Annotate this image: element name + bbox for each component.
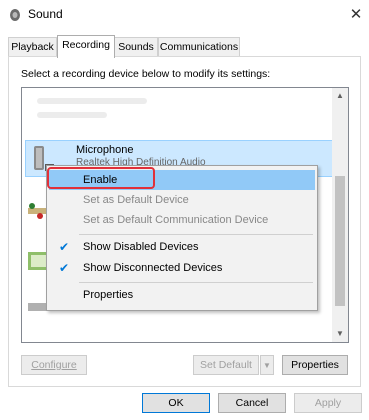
cancel-button[interactable]: Cancel [218, 393, 286, 413]
menu-separator [79, 282, 313, 283]
configure-button[interactable]: Configure [21, 355, 87, 375]
menu-item-properties[interactable]: Properties [49, 285, 315, 305]
menu-item-set-default-communication[interactable]: Set as Default Communication Device [49, 210, 315, 230]
checkmark-icon: ✔ [59, 240, 70, 254]
device-name: Microphone [76, 144, 134, 156]
checkmark-icon: ✔ [59, 261, 70, 275]
scroll-thumb[interactable] [335, 176, 345, 306]
blurred-row [37, 98, 147, 104]
chevron-down-icon: ▼ [263, 361, 271, 370]
instructions-text: Select a recording device below to modif… [21, 68, 271, 80]
menu-item-show-disconnected[interactable]: ✔ Show Disconnected Devices [49, 258, 315, 278]
apply-button[interactable]: Apply [294, 393, 362, 413]
list-scrollbar[interactable]: ▲ ▼ [332, 88, 348, 342]
properties-button[interactable]: Properties [282, 355, 348, 375]
set-default-button[interactable]: Set Default [193, 355, 259, 375]
tab-communications[interactable]: Communications [158, 37, 240, 57]
menu-item-set-default[interactable]: Set as Default Device [49, 190, 315, 210]
scroll-down-icon[interactable]: ▼ [332, 326, 348, 342]
scroll-up-icon[interactable]: ▲ [332, 88, 348, 104]
speaker-icon [10, 9, 20, 21]
tab-sounds[interactable]: Sounds [114, 37, 158, 57]
close-icon: ✕ [349, 6, 363, 23]
tab-playback[interactable]: Playback [8, 37, 57, 57]
highlight-annotation [47, 167, 155, 189]
blurred-row [37, 112, 107, 118]
menu-separator [79, 234, 313, 235]
ok-button[interactable]: OK [142, 393, 210, 413]
tab-recording[interactable]: Recording [57, 35, 115, 58]
menu-item-show-disabled[interactable]: ✔ Show Disabled Devices [49, 237, 315, 257]
title-bar: Sound ✕ [0, 0, 369, 30]
close-button[interactable]: ✕ [343, 3, 369, 27]
window-title: Sound [28, 7, 63, 21]
set-default-dropdown[interactable]: ▼ [260, 355, 274, 375]
